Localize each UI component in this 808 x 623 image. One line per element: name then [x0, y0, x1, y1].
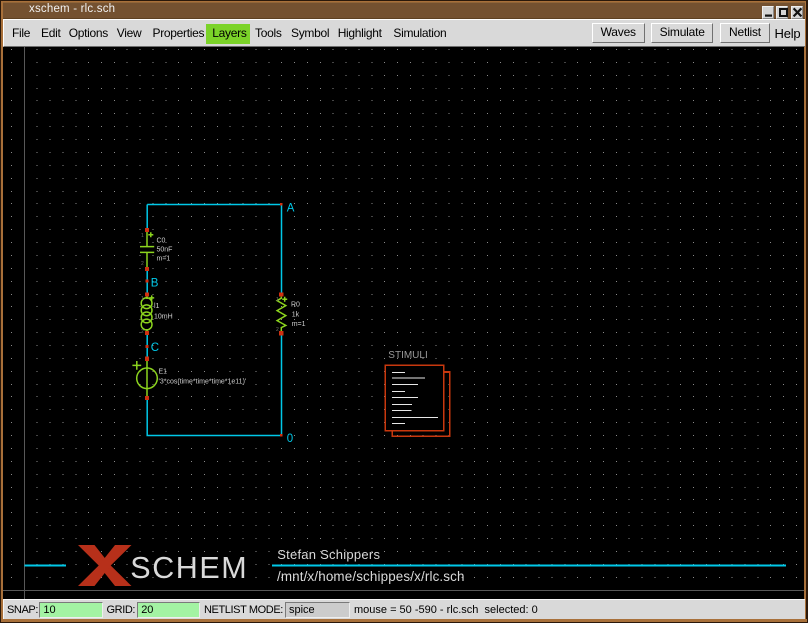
- svg-text:R0: R0: [291, 302, 300, 309]
- svg-text:m=1: m=1: [292, 321, 306, 328]
- svg-text:50nF: 50nF: [157, 247, 173, 254]
- svg-text:m=1: m=1: [157, 256, 171, 263]
- svg-text:A: A: [287, 203, 295, 215]
- svg-text:0: 0: [287, 433, 293, 445]
- svg-text:1: 1: [141, 233, 144, 239]
- svg-text:2: 2: [276, 327, 279, 333]
- svg-text:1k: 1k: [292, 312, 300, 319]
- svg-text:l1: l1: [154, 303, 160, 310]
- svg-text:E1: E1: [159, 369, 168, 376]
- svg-text:1: 1: [276, 297, 279, 303]
- svg-text:C0: C0: [157, 238, 166, 245]
- svg-text:'3*cos(time*time*time*1e11)': '3*cos(time*time*time*1e11)': [159, 379, 247, 386]
- svg-text:2: 2: [141, 329, 144, 335]
- svg-text:SCHEM: SCHEM: [130, 551, 248, 585]
- svg-text:STIMULI: STIMULI: [388, 350, 427, 361]
- svg-text:1: 1: [141, 296, 144, 302]
- svg-text:B: B: [151, 277, 159, 289]
- svg-text:Stefan Schippers: Stefan Schippers: [277, 547, 380, 562]
- svg-text:C: C: [151, 342, 159, 354]
- svg-text:/mnt/x/home/schippes/x/rlc.sch: /mnt/x/home/schippes/x/rlc.sch: [277, 569, 465, 584]
- svg-text:10mH: 10mH: [154, 314, 173, 321]
- svg-text:2: 2: [141, 261, 144, 267]
